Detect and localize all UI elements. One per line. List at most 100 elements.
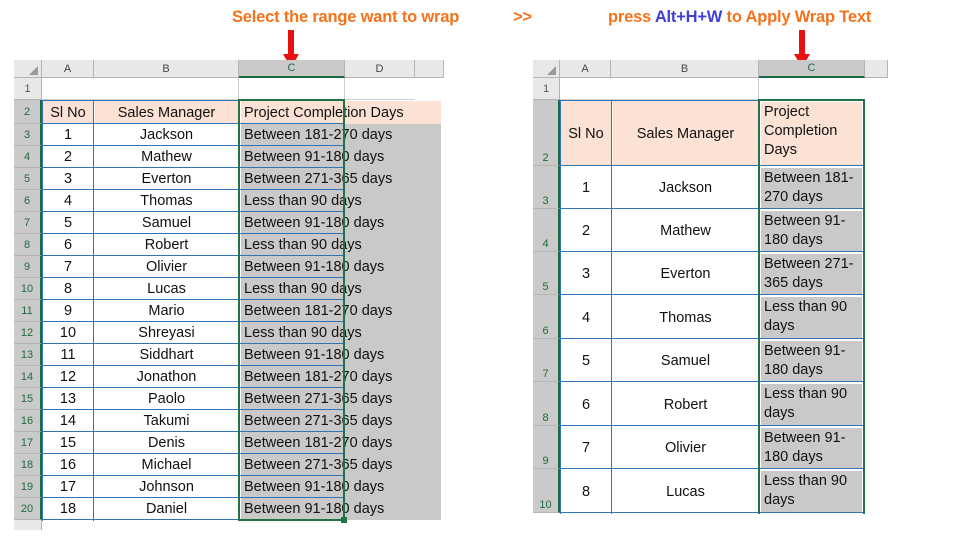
- row-header-1-right[interactable]: 1: [533, 78, 560, 100]
- row-header-21[interactable]: [14, 520, 42, 530]
- cell-b11[interactable]: Mario: [95, 300, 238, 322]
- column-header-e[interactable]: [415, 60, 444, 78]
- row-header-8-right[interactable]: 8: [533, 382, 560, 426]
- cell-c2-header-projectcompletiondays[interactable]: Project Completion Days: [241, 101, 441, 124]
- cell-c9-right[interactable]: Between 91-180 days: [761, 428, 862, 468]
- cell-b6-right[interactable]: Thomas: [613, 296, 758, 339]
- cell-b5-right[interactable]: Everton: [613, 253, 758, 295]
- row-header-1[interactable]: 1: [14, 78, 42, 100]
- cell-b9-right[interactable]: Olivier: [613, 427, 758, 469]
- cell-a2-header-slno[interactable]: Sl No: [43, 101, 93, 124]
- row-header-5-right[interactable]: 5: [533, 252, 560, 295]
- cell-c11[interactable]: Between 181-270 days: [241, 300, 441, 322]
- cell-a8-right[interactable]: 6: [561, 383, 611, 426]
- row-header-10-right[interactable]: 10: [533, 469, 560, 513]
- column-header-d-right[interactable]: [865, 60, 888, 78]
- cell-a17[interactable]: 15: [43, 432, 93, 454]
- cell-b20[interactable]: Daniel: [95, 498, 238, 520]
- cell-b7[interactable]: Samuel: [95, 212, 238, 234]
- cell-c18[interactable]: Between 271-365 days: [241, 454, 441, 476]
- cell-b18[interactable]: Michael: [95, 454, 238, 476]
- column-header-b-right[interactable]: B: [611, 60, 759, 78]
- cell-a14[interactable]: 12: [43, 366, 93, 388]
- spreadsheet-after-wrap[interactable]: A B C 1 2 3 4 5 6 7 8 9 10 Sl No Sales M…: [533, 60, 888, 530]
- cell-b15[interactable]: Paolo: [95, 388, 238, 410]
- cell-b7-right[interactable]: Samuel: [613, 340, 758, 382]
- row-header-5[interactable]: 5: [14, 168, 42, 190]
- cell-a7[interactable]: 5: [43, 212, 93, 234]
- column-header-a[interactable]: A: [42, 60, 94, 78]
- cell-a18[interactable]: 16: [43, 454, 93, 476]
- row-header-7[interactable]: 7: [14, 212, 42, 234]
- fill-handle[interactable]: [341, 517, 347, 523]
- cell-c9[interactable]: Between 91-180 days: [241, 256, 441, 278]
- cell-a13[interactable]: 11: [43, 344, 93, 366]
- row-header-2-right[interactable]: 2: [533, 100, 560, 166]
- cell-a7-right[interactable]: 5: [561, 340, 611, 382]
- cell-b12[interactable]: Shreyasi: [95, 322, 238, 344]
- cell-a2-header-slno-right[interactable]: Sl No: [561, 101, 611, 166]
- cell-c7[interactable]: Between 91-180 days: [241, 212, 441, 234]
- cell-c3-right[interactable]: Between 181-270 days: [761, 168, 862, 208]
- row-header-14[interactable]: 14: [14, 366, 42, 388]
- select-all-corner[interactable]: [14, 60, 42, 78]
- row-header-12[interactable]: 12: [14, 322, 42, 344]
- row-header-16[interactable]: 16: [14, 410, 42, 432]
- row-header-4[interactable]: 4: [14, 146, 42, 168]
- row-header-9-right[interactable]: 9: [533, 426, 560, 469]
- row-header-20[interactable]: 20: [14, 498, 42, 520]
- column-header-a-right[interactable]: A: [560, 60, 611, 78]
- cell-a15[interactable]: 13: [43, 388, 93, 410]
- cell-b16[interactable]: Takumi: [95, 410, 238, 432]
- row-header-6[interactable]: 6: [14, 190, 42, 212]
- cell-c15[interactable]: Between 271-365 days: [241, 388, 441, 410]
- cell-c7-right[interactable]: Between 91-180 days: [761, 341, 862, 381]
- cell-a6[interactable]: 4: [43, 190, 93, 212]
- cell-b8-right[interactable]: Robert: [613, 383, 758, 426]
- cell-c2-header-projectcompletiondays-right[interactable]: Project Completion Days: [761, 102, 862, 165]
- cell-c10[interactable]: Less than 90 days: [241, 278, 441, 300]
- cell-a3[interactable]: 1: [43, 124, 93, 146]
- cell-b4-right[interactable]: Mathew: [613, 210, 758, 252]
- select-all-corner-right[interactable]: [533, 60, 560, 78]
- cell-a11[interactable]: 9: [43, 300, 93, 322]
- row-header-18[interactable]: 18: [14, 454, 42, 476]
- cell-b3[interactable]: Jackson: [95, 124, 238, 146]
- cell-c5-right[interactable]: Between 271-365 days: [761, 254, 862, 294]
- cell-b2-header-salesmanager-right[interactable]: Sales Manager: [613, 101, 758, 166]
- row-header-7-right[interactable]: 7: [533, 339, 560, 382]
- cell-b2-header-salesmanager[interactable]: Sales Manager: [95, 101, 238, 124]
- cell-b3-right[interactable]: Jackson: [613, 167, 758, 209]
- row-header-11[interactable]: 11: [14, 300, 42, 322]
- cell-c17[interactable]: Between 181-270 days: [241, 432, 441, 454]
- cell-b10-right[interactable]: Lucas: [613, 470, 758, 513]
- cell-c6[interactable]: Less than 90 days: [241, 190, 441, 212]
- row-header-13[interactable]: 13: [14, 344, 42, 366]
- cell-a4-right[interactable]: 2: [561, 210, 611, 252]
- cell-c10-right[interactable]: Less than 90 days: [761, 471, 862, 512]
- row-header-3[interactable]: 3: [14, 124, 42, 146]
- cell-b9[interactable]: Olivier: [95, 256, 238, 278]
- row-header-19[interactable]: 19: [14, 476, 42, 498]
- cell-a3-right[interactable]: 1: [561, 167, 611, 209]
- cell-a10[interactable]: 8: [43, 278, 93, 300]
- cell-b8[interactable]: Robert: [95, 234, 238, 256]
- cell-a12[interactable]: 10: [43, 322, 93, 344]
- cell-a5[interactable]: 3: [43, 168, 93, 190]
- column-header-d[interactable]: D: [345, 60, 415, 78]
- cell-c4-right[interactable]: Between 91-180 days: [761, 211, 862, 251]
- cell-c14[interactable]: Between 181-270 days: [241, 366, 441, 388]
- row-header-6-right[interactable]: 6: [533, 295, 560, 339]
- cell-c12[interactable]: Less than 90 days: [241, 322, 441, 344]
- cell-a19[interactable]: 17: [43, 476, 93, 498]
- cell-a9-right[interactable]: 7: [561, 427, 611, 469]
- cell-c13[interactable]: Between 91-180 days: [241, 344, 441, 366]
- spreadsheet-before-wrap[interactable]: A B C D 1 2 3 4 5 6 7 8 9 10 11 12 13 14…: [14, 60, 444, 530]
- column-header-c[interactable]: C: [239, 60, 345, 78]
- row-header-9[interactable]: 9: [14, 256, 42, 278]
- column-header-c-right[interactable]: C: [759, 60, 865, 78]
- cell-b14[interactable]: Jonathon: [95, 366, 238, 388]
- cell-c16[interactable]: Between 271-365 days: [241, 410, 441, 432]
- cell-b4[interactable]: Mathew: [95, 146, 238, 168]
- cell-c8-right[interactable]: Less than 90 days: [761, 384, 862, 425]
